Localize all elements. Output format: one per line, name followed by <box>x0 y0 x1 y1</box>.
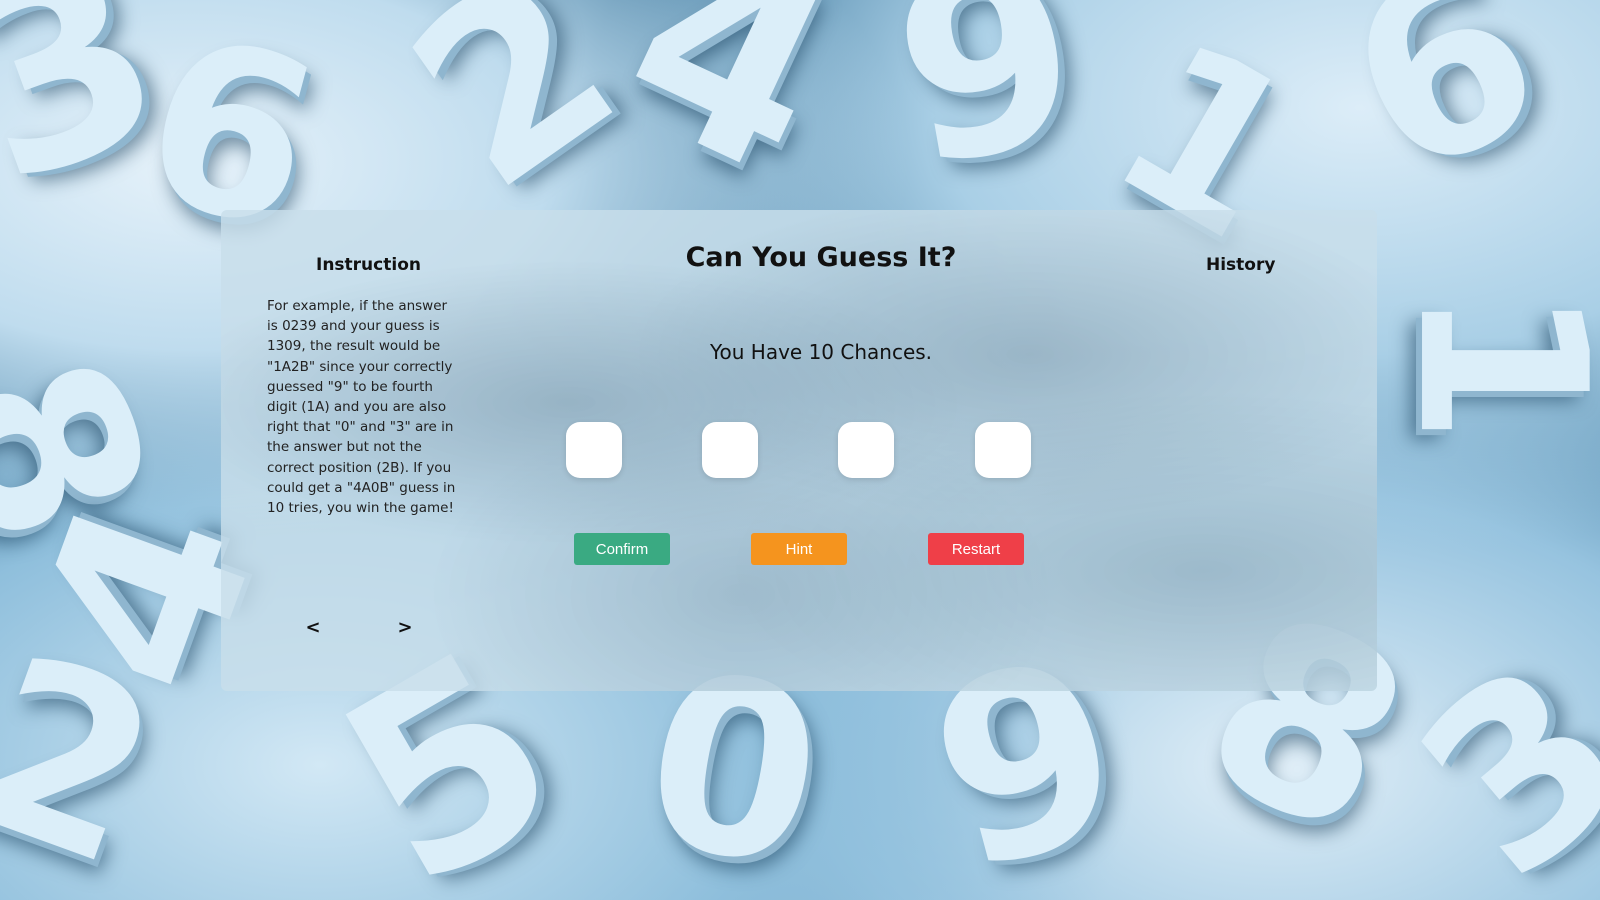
next-instruction-button[interactable]: > <box>393 615 417 639</box>
confirm-button[interactable]: Confirm <box>574 533 670 565</box>
restart-button[interactable]: Restart <box>928 533 1024 565</box>
background-glyph: 2 <box>0 599 190 900</box>
chances-text: You Have 10 Chances. <box>709 340 933 364</box>
digit-input-1[interactable] <box>566 422 622 478</box>
instruction-text: For example, if the answer is 0239 and y… <box>267 298 456 517</box>
game-panel: Instruction For example, if the answer i… <box>221 210 1377 691</box>
game-title: Can You Guess It? <box>685 242 957 273</box>
background-glyph: 9 <box>875 0 1098 223</box>
instruction-title: Instruction <box>316 255 421 275</box>
digit-input-4[interactable] <box>975 422 1031 478</box>
digit-input-3[interactable] <box>838 422 894 478</box>
background-glyph: 1 <box>1367 285 1600 445</box>
hint-button[interactable]: Hint <box>751 533 847 565</box>
digit-input-2[interactable] <box>702 422 758 478</box>
background-glyph: 6 <box>1308 0 1579 233</box>
game-page: 3 6 2 4 9 1 6 1 8 4 2 5 0 9 8 3 Instruct… <box>0 0 1600 900</box>
history-title: History <box>1206 255 1276 275</box>
prev-instruction-button[interactable]: < <box>301 615 325 639</box>
background-glyph: 4 <box>584 0 877 236</box>
